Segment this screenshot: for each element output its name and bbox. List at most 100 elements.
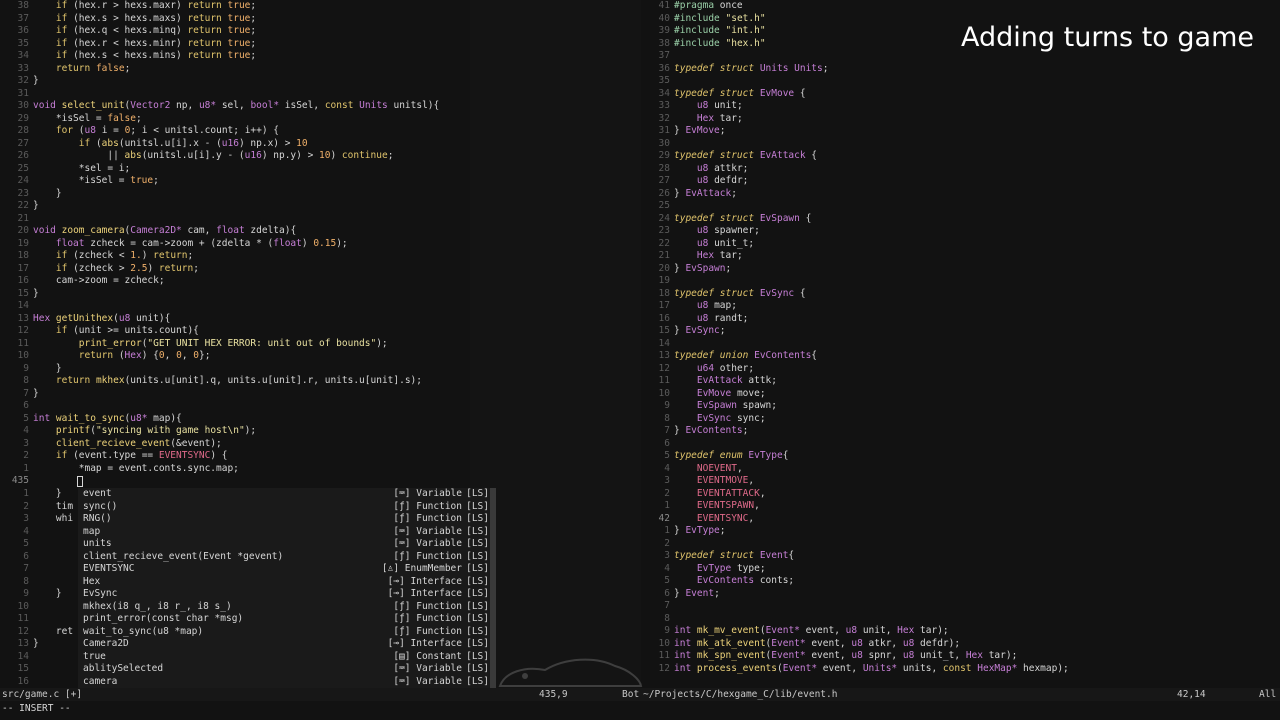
left-code-line[interactable]: 30 void select_unit(Vector2 np, u8* sel, … xyxy=(0,100,440,113)
right-code-line[interactable]: 33 u8 unit; xyxy=(641,100,743,113)
left-code-line[interactable]: 16 xyxy=(0,676,33,689)
right-code-line[interactable]: 31} EvMove; xyxy=(641,125,726,138)
right-code-line[interactable]: 42 EVENTSYNC, xyxy=(641,513,755,526)
left-code-line[interactable]: 2 if (event.type == EVENTSYNC) { xyxy=(0,450,227,463)
left-code-line[interactable]: 12 ret xyxy=(0,626,74,639)
code-text[interactable]: printf("syncing with game host\n"); xyxy=(29,425,256,438)
right-code-line[interactable]: 8 xyxy=(641,613,674,626)
right-code-line[interactable]: 18 typedef struct EvSync { xyxy=(641,288,806,301)
right-code-line[interactable]: 28 u8 attkr; xyxy=(641,163,749,176)
right-code-line[interactable]: 39 #include "int.h" xyxy=(641,25,766,38)
left-code-line[interactable]: 27 if (abs(unitsl.u[i].x - (u16) np.x) >… xyxy=(0,138,308,151)
code-text[interactable]: cam->zoom = zcheck; xyxy=(29,275,165,288)
left-code-line[interactable]: 31 xyxy=(0,88,33,101)
right-code-line[interactable]: 26} EvAttack; xyxy=(641,188,737,201)
code-text[interactable]: return false; xyxy=(29,63,130,76)
code-text[interactable]: } xyxy=(29,188,62,201)
code-text[interactable]: client_recieve_event(&event); xyxy=(29,438,222,451)
left-code-line[interactable]: 1 *map = event.conts.sync.map; xyxy=(0,463,239,476)
code-text[interactable]: int mk_mv_event(Event* event, u8 unit, H… xyxy=(670,625,949,638)
left-code-line[interactable]: 2 tim xyxy=(0,501,73,514)
code-text[interactable]: int wait_to_sync(u8* map){ xyxy=(29,413,182,426)
right-code-line[interactable]: 24 typedef struct EvSpawn { xyxy=(641,213,812,226)
completion-item[interactable]: event [⌨] Variable [LS] xyxy=(78,488,492,501)
left-code-line[interactable]: 10 xyxy=(0,601,33,614)
code-text[interactable]: int mk_atk_event(Event* event, u8 atkr, … xyxy=(670,638,960,651)
right-code-line[interactable]: 13 typedef union EvContents{ xyxy=(641,350,817,363)
code-text[interactable]: *sel = i; xyxy=(29,163,130,176)
code-text[interactable]: void select_unit(Vector2 np, u8* sel, bo… xyxy=(29,100,439,113)
code-text[interactable]: Hex tar; xyxy=(670,113,743,126)
code-text[interactable]: u8 unit; xyxy=(670,100,743,113)
code-text[interactable]: u64 other; xyxy=(670,363,754,376)
left-code-line[interactable]: 25 *sel = i; xyxy=(0,163,131,176)
code-text[interactable]: tim xyxy=(29,501,73,514)
code-text[interactable]: Hex tar; xyxy=(670,250,743,263)
completion-item[interactable]: camera [⌨] Variable [LS] xyxy=(78,676,492,689)
code-text[interactable]: #pragma once xyxy=(670,0,743,13)
left-code-line[interactable]: 3 client_recieve_event(&event); xyxy=(0,438,222,451)
right-code-line[interactable]: 5 typedef enum EvType{ xyxy=(641,450,788,463)
left-code-line[interactable]: 6 xyxy=(0,551,33,564)
code-text[interactable]: if (hex.r > hexs.maxr) return true; xyxy=(29,0,256,13)
code-text[interactable]: typedef struct EvSync { xyxy=(670,288,806,301)
left-code-line[interactable]: 13} xyxy=(0,638,39,651)
left-code-line[interactable]: 28 for (u8 i = 0; i < unitsl.count; i++)… xyxy=(0,125,279,138)
right-code-line[interactable]: 38 #include "hex.h" xyxy=(641,38,766,51)
completion-item[interactable]: units [⌨] Variable [LS] xyxy=(78,538,492,551)
left-code-line[interactable]: 34 if (hex.s < hexs.mins) return true; xyxy=(0,50,257,63)
code-text[interactable]: #include "hex.h" xyxy=(670,38,766,51)
left-code-line[interactable]: 37 if (hex.s > hexs.maxs) return true; xyxy=(0,13,257,26)
code-text[interactable]: EvContents conts; xyxy=(670,575,794,588)
right-code-line[interactable]: 9 int mk_mv_event(Event* event, u8 unit, … xyxy=(641,625,949,638)
code-text[interactable]: print_error("GET UNIT HEX ERROR: unit ou… xyxy=(29,338,388,351)
right-code-line[interactable]: 37 xyxy=(641,50,674,63)
right-code-line[interactable]: 2 xyxy=(641,538,674,551)
code-text[interactable]: int process_events(Event* event, Units* … xyxy=(670,663,1069,676)
right-code-line[interactable]: 7 xyxy=(641,600,674,613)
left-code-line[interactable]: 5 xyxy=(0,538,33,551)
right-code-line[interactable]: 9 EvSpawn spawn; xyxy=(641,400,777,413)
left-code-line[interactable]: 3 whi xyxy=(0,513,73,526)
completion-item[interactable]: sync() [ƒ] Function [LS] xyxy=(78,501,492,514)
code-text[interactable]: if (hex.s < hexs.mins) return true; xyxy=(29,50,256,63)
code-text[interactable]: ret xyxy=(29,626,73,639)
code-text[interactable]: if (abs(unitsl.u[i].x - (u16) np.x) > 10 xyxy=(29,138,308,151)
right-code-line[interactable]: 19 xyxy=(641,275,674,288)
left-code-line[interactable]: 35 if (hex.r < hexs.minr) return true; xyxy=(0,38,257,51)
left-code-line[interactable]: 17 if (zcheck > 2.5) return; xyxy=(0,263,199,276)
code-text[interactable]: } xyxy=(29,200,39,213)
code-text[interactable]: } EvAttack; xyxy=(670,188,737,201)
right-code-line[interactable]: 21 Hex tar; xyxy=(641,250,743,263)
right-code-line[interactable]: 35 xyxy=(641,75,674,88)
left-code-line[interactable]: 8 xyxy=(0,576,33,589)
right-code-line[interactable]: 7} EvContents; xyxy=(641,425,748,438)
left-code-line[interactable]: 18 if (zcheck < 1.) return; xyxy=(0,250,194,263)
completion-item[interactable]: true [▤] Constant [LS] xyxy=(78,651,492,664)
completion-item[interactable]: EVENTSYNC [♙] EnumMember [LS] xyxy=(78,563,492,576)
left-code-line[interactable]: 16 cam->zoom = zcheck; xyxy=(0,275,165,288)
right-editor-pane[interactable]: 41 #pragma once 40 #include "set.h" 39 #inclu… xyxy=(641,0,1280,688)
right-code-line[interactable]: 14 xyxy=(641,338,674,351)
code-text[interactable]: } EvType; xyxy=(670,525,726,538)
code-text[interactable]: u8 map; xyxy=(670,300,737,313)
code-text[interactable]: if (hex.q < hexs.minq) return true; xyxy=(29,25,256,38)
right-code-line[interactable]: 15} EvSync; xyxy=(641,325,726,338)
right-code-line[interactable]: 36 typedef struct Units Units; xyxy=(641,63,829,76)
code-text[interactable]: Hex getUnithex(u8 unit){ xyxy=(29,313,170,326)
code-text[interactable]: typedef struct EvSpawn { xyxy=(670,213,811,226)
left-code-line[interactable]: 8 return mkhex(units.u[unit].q, units.u[… xyxy=(0,375,422,388)
completion-item[interactable]: RNG() [ƒ] Function [LS] xyxy=(78,513,492,526)
left-code-line[interactable]: 32} xyxy=(0,75,39,88)
right-code-line[interactable]: 22 u8 unit_t; xyxy=(641,238,755,251)
left-code-line[interactable]: 38 if (hex.r > hexs.maxr) return true; xyxy=(0,0,257,13)
left-code-line[interactable]: 20 void zoom_camera(Camera2D* cam, float … xyxy=(0,225,297,238)
right-code-line[interactable]: 1} EvType; xyxy=(641,525,726,538)
left-code-line[interactable]: 7 xyxy=(0,563,33,576)
left-code-line[interactable]: 1 } xyxy=(0,488,61,501)
code-text[interactable]: #include "set.h" xyxy=(670,13,766,26)
right-code-line[interactable]: 2 EVENTATTACK, xyxy=(641,488,765,501)
right-code-line[interactable]: 12 int process_events(Event* event, Units… xyxy=(641,663,1069,676)
completion-item[interactable]: Hex [⊸] Interface [LS] xyxy=(78,576,492,589)
code-text[interactable]: if (zcheck < 1.) return; xyxy=(29,250,193,263)
